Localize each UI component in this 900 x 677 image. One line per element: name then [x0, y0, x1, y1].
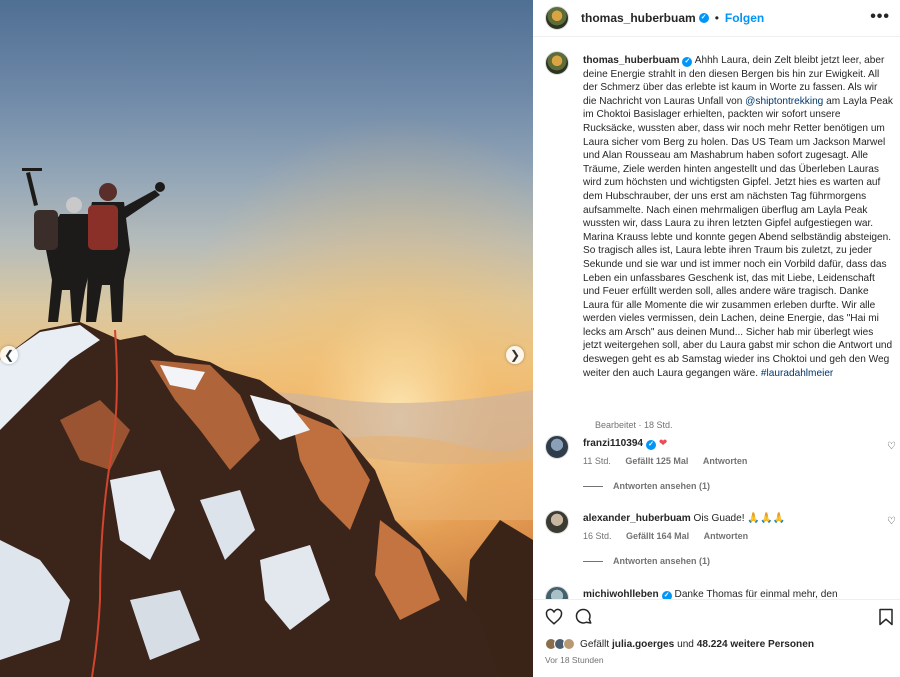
comment-text: Ois Guade! — [693, 513, 745, 524]
more-options-icon[interactable]: ••• — [870, 8, 890, 26]
replies-dash — [583, 561, 603, 563]
previous-image-button[interactable]: ❮ — [0, 346, 18, 364]
comment-emoji: 🙏🙏🙏 — [747, 513, 786, 524]
next-image-button[interactable]: ❯ — [506, 346, 524, 364]
verified-badge-icon: ✓ — [698, 13, 709, 23]
caption-text: thomas_huberbuam ✓ Ahhh Laura, dein Zelt … — [583, 54, 893, 380]
comment-actions: 16 Std. Gefällt 164 Mal Antworten — [583, 531, 760, 541]
verified-badge-icon: ✓ — [682, 57, 693, 67]
liked-user-link[interactable]: julia.goerges — [612, 639, 674, 650]
bookmark-icon — [879, 608, 893, 626]
like-button[interactable] — [545, 608, 563, 631]
verified-badge-icon: ✓ — [661, 591, 672, 599]
comment-time: 11 Std. — [583, 456, 611, 466]
comment-time: 16 Std. — [583, 531, 612, 541]
likes-summary: Gefällt julia.goerges und 48.224 weitere… — [545, 638, 814, 650]
follow-button[interactable]: Folgen — [725, 11, 764, 25]
commenter-avatar[interactable] — [545, 510, 569, 534]
post-action-bar: Gefällt julia.goerges und 48.224 weitere… — [533, 599, 900, 677]
post-timestamp[interactable]: Vor 18 Stunden — [545, 655, 604, 665]
comment-heart-emoji: ❤ — [658, 438, 668, 449]
commenter-avatar[interactable] — [545, 435, 569, 459]
comment-body: michiwohlleben ✓ Danke Thomas für einmal … — [583, 588, 883, 599]
post-details-panel: thomas_huberbuam ✓ • Folgen ••• thomas_h… — [533, 0, 900, 677]
author-avatar[interactable] — [545, 6, 569, 30]
reply-button[interactable]: Antworten — [704, 531, 749, 541]
post-header: thomas_huberbuam ✓ • Folgen ••• — [533, 0, 900, 37]
post-photo[interactable]: ❮ ❯ — [0, 0, 533, 677]
save-button[interactable] — [878, 608, 894, 631]
mountain-summit-image — [0, 0, 533, 677]
caption-author-avatar[interactable] — [545, 51, 569, 75]
chevron-left-icon: ❮ — [3, 348, 15, 362]
comment-body: alexander_huberbuam Ois Guade! 🙏🙏🙏 — [583, 512, 883, 525]
chevron-right-icon: ❯ — [509, 348, 521, 362]
comment-button[interactable] — [575, 608, 593, 631]
comment-username[interactable]: michiwohlleben — [583, 589, 659, 599]
liked-prefix: Gefällt — [580, 638, 610, 650]
comment-like-heart-icon[interactable]: ♡ — [887, 441, 896, 452]
comment-text: Danke Thomas für einmal mehr, den — [674, 589, 838, 599]
comment-like-heart-icon[interactable]: ♡ — [887, 516, 896, 527]
commenter-avatar[interactable] — [545, 586, 569, 599]
liker-avatar — [563, 638, 575, 650]
heart-icon — [545, 608, 563, 625]
comment-body: franzi110394 ✓ ❤ — [583, 437, 883, 450]
view-replies-label: Antworten ansehen (1) — [613, 556, 711, 566]
comment-likes[interactable]: Gefällt 164 Mal — [626, 531, 689, 541]
view-replies-button[interactable]: Antworten ansehen (1) — [583, 556, 710, 566]
liked-connector: und — [677, 638, 694, 650]
comment-icon — [575, 608, 592, 624]
reply-button[interactable]: Antworten — [703, 456, 748, 466]
view-replies-button[interactable]: Antworten ansehen (1) — [583, 481, 710, 491]
liked-others-link[interactable]: 48.224 weitere Personen — [697, 639, 814, 650]
comment-username[interactable]: franzi110394 — [583, 438, 643, 449]
comment-actions: 11 Std. Gefällt 125 Mal Antworten — [583, 456, 759, 466]
author-username[interactable]: thomas_huberbuam — [581, 11, 696, 25]
view-replies-label: Antworten ansehen (1) — [613, 481, 711, 491]
replies-dash — [583, 486, 603, 488]
comment-username[interactable]: alexander_huberbuam — [583, 513, 691, 524]
caption-meta: Bearbeitet · 18 Std. — [595, 420, 673, 430]
comments-scroll-area[interactable]: thomas_huberbuam ✓ Ahhh Laura, dein Zelt … — [533, 37, 900, 599]
caption-body-part2: am Layla Peak im Choktoi Basislager erhi… — [583, 95, 893, 379]
comment-likes[interactable]: Gefällt 125 Mal — [625, 456, 688, 466]
caption-hashtag-link[interactable]: #lauradahlmeier — [761, 368, 833, 379]
caption-username[interactable]: thomas_huberbuam — [583, 55, 679, 66]
caption-mention-link[interactable]: @shiptontrekking — [745, 96, 823, 107]
verified-badge-icon: ✓ — [646, 440, 657, 450]
likes-text: Gefällt julia.goerges und 48.224 weitere… — [580, 639, 814, 650]
separator-dot: • — [714, 11, 719, 25]
